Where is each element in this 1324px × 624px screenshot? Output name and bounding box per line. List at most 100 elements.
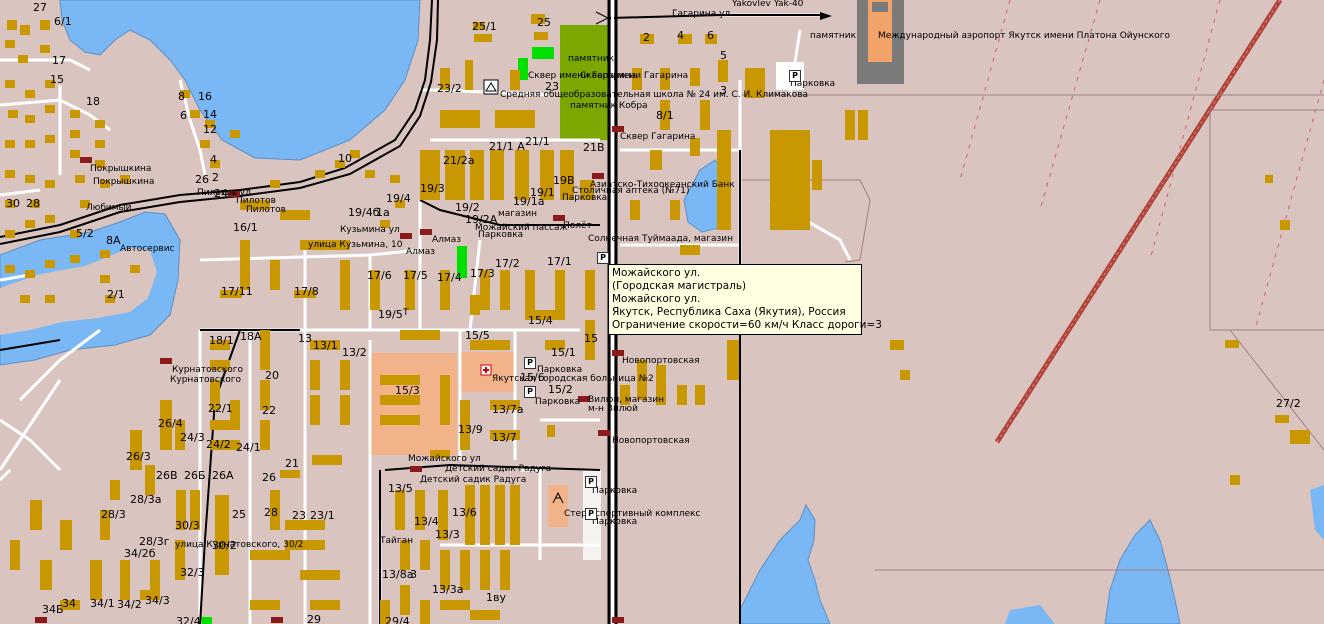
house-number: 18/1 <box>209 334 234 347</box>
house-number: 19/4б <box>348 206 380 219</box>
house-number: 13/3 <box>435 528 460 541</box>
house-number: 8А <box>106 234 121 247</box>
house-number: 17/8 <box>294 285 319 298</box>
house-number: 13/1 <box>313 339 338 352</box>
poi-label-taigan: Тайган <box>380 536 413 546</box>
parking-icon: P <box>524 357 536 369</box>
house-number: 6 <box>180 109 187 122</box>
house-number: 6/1 <box>54 15 72 28</box>
poi-label-raduga1[interactable]: Детский садик Радуга <box>445 465 551 474</box>
map-canvas[interactable]: Гагарина ул Yakovlev Yak-40 Международны… <box>0 0 1324 624</box>
house-number: 21В <box>583 141 605 154</box>
house-number: 26В <box>156 469 178 482</box>
house-number: 26 <box>195 173 209 186</box>
house-number: 28/3г <box>139 535 170 548</box>
bus-stop-label-kurnatovskogo1[interactable]: Курнатовского <box>172 366 243 375</box>
house-number: 19/2А <box>465 213 498 226</box>
house-number: 13/7а <box>492 403 524 416</box>
house-number: 1ву <box>486 591 506 604</box>
house-number: 23/1 <box>310 509 335 522</box>
house-number: 29 <box>307 613 321 624</box>
house-number: 26/3 <box>126 450 151 463</box>
house-number: 13/9 <box>458 423 483 436</box>
house-number: 20 <box>265 369 279 382</box>
poi-label-tuymaada[interactable]: Солнечная Туймаада, магазин <box>588 235 733 244</box>
parking-label-5: Парковка <box>535 397 581 407</box>
house-number: 34/1 <box>90 597 115 610</box>
parking-icon: P <box>789 70 801 82</box>
street-label-mozhaiskogo-h: Можайского ул <box>408 454 481 464</box>
park-gagarina <box>560 25 608 140</box>
parking-label-2: Парковка <box>562 193 608 203</box>
tooltip-line-5: Ограничение скорости=60 км/ч Класс дорог… <box>612 319 882 331</box>
house-number: 17/3 <box>470 267 495 280</box>
house-number: 17 <box>52 54 66 67</box>
poi-label-pokryshkina2: Покрышкина <box>93 177 155 187</box>
poi-label-kobra: памятник Кобра <box>570 101 648 111</box>
house-number: 4 <box>210 153 217 166</box>
house-number: 2 <box>212 171 219 184</box>
house-number: 26Б <box>184 469 206 482</box>
tooltip-line-2: (Городская магистраль) <box>612 280 747 292</box>
house-number: 19/1 <box>530 186 555 199</box>
poi-label-skver2[interactable]: Сквер имени Гагарина <box>580 72 688 81</box>
poi-label-pilotov2: Пилотов <box>246 205 286 215</box>
tooltip-line-1: Можайского ул. <box>612 267 701 279</box>
house-number: 17/5 <box>403 269 428 282</box>
house-number: 24/3 <box>180 431 205 444</box>
house-number: 5 <box>720 49 727 62</box>
parking-icon: P <box>524 386 536 398</box>
bus-stop-label-novoportovskaya2[interactable]: Новопортовская <box>612 437 690 446</box>
house-number: 5/2 <box>76 227 94 240</box>
poi-label-vilyuy: м-н Вилюй <box>588 404 638 414</box>
house-number: 34 <box>62 597 76 610</box>
house-number: 21/1 А <box>489 140 525 153</box>
house-number: 15/2 <box>548 383 573 396</box>
poi-label-magazin: магазин <box>498 209 538 219</box>
parking-icon: P <box>585 476 597 488</box>
poi-label-polet[interactable]: Полёт <box>563 222 592 231</box>
bus-stop-label-skver-gagarina[interactable]: Сквер Гагарина <box>620 133 695 142</box>
house-number: 13/8а <box>382 568 414 581</box>
house-number: 19/3 <box>420 182 445 195</box>
house-number: 23 <box>292 509 306 522</box>
house-number: 15/4 <box>528 314 553 327</box>
house-number: 2/1 <box>107 288 125 301</box>
house-number: 34/3 <box>145 594 170 607</box>
house-number: 16 <box>198 90 212 103</box>
house-number: 17/1 <box>547 255 572 268</box>
house-number: 14 <box>203 108 217 121</box>
house-number: 13/2 <box>342 346 367 359</box>
house-number: 26/4 <box>158 417 183 430</box>
house-number: 34/2 <box>117 598 142 611</box>
street-label-kuzmina: Кузьмина ул <box>340 225 400 235</box>
parking-label-3: Парковка <box>478 230 524 240</box>
poi-label-lyubimy: Любимый <box>86 203 132 213</box>
house-number: 28 <box>264 506 278 519</box>
poi-label-airport[interactable]: Международный аэропорт Якутск имени Плат… <box>878 32 1170 41</box>
house-number: 18А <box>240 330 262 343</box>
house-number: 17/2 <box>495 257 520 270</box>
house-number: 15/5 <box>465 329 490 342</box>
house-number: 3 <box>720 84 727 97</box>
green-1 <box>532 47 554 59</box>
house-number: 13 <box>298 332 312 345</box>
poi-label-pamyatnik2: памятник <box>568 54 615 64</box>
parking-icon: P <box>597 252 609 264</box>
parking-label-7: Парковка <box>592 517 638 527</box>
house-number: 15/1 <box>551 346 576 359</box>
house-number: 15 <box>50 73 64 86</box>
poi-label-hospital[interactable]: Якутская городская больница №2 <box>492 375 654 384</box>
house-number: 13/5 <box>388 482 413 495</box>
poi-label-kurnatovskogo2: Курнатовского <box>170 375 242 385</box>
green-4 <box>200 617 212 624</box>
bus-stop-label-novoportovskaya1[interactable]: Новопортовская <box>622 357 700 366</box>
house-number: 19/4 <box>386 192 411 205</box>
house-number: 12 <box>203 123 217 136</box>
house-number: 34Б <box>42 603 64 616</box>
house-number: 17/4 <box>437 271 462 284</box>
house-number: 24/2 <box>206 438 231 451</box>
house-number: 34/2б <box>124 547 156 560</box>
house-number: 15/6 <box>520 371 545 384</box>
bus-stop-label-pokryshkina1[interactable]: Покрышкина <box>90 165 151 174</box>
